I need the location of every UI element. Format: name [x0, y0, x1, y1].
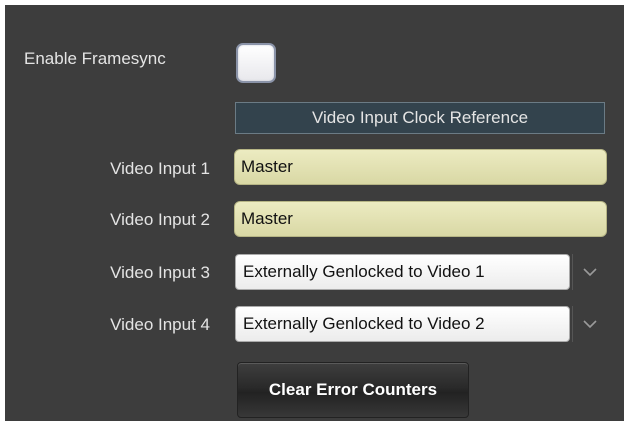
chevron-down-icon: [582, 319, 597, 328]
video-input-3-dropdown-button[interactable]: [572, 254, 606, 290]
clear-error-counters-button[interactable]: Clear Error Counters: [237, 362, 469, 418]
video-input-1-label: Video Input 1: [110, 159, 210, 178]
video-input-3-select[interactable]: Externally Genlocked to Video 1: [235, 254, 570, 290]
video-input-1-value: Master: [234, 149, 607, 185]
video-input-4-dropdown-button[interactable]: [572, 306, 606, 342]
enable-framesync-checkbox[interactable]: [236, 43, 276, 83]
enable-framesync-label: Enable Framesync: [24, 49, 166, 68]
video-input-4-label: Video Input 4: [110, 315, 210, 334]
chevron-down-icon: [582, 267, 597, 276]
video-input-2-value: Master: [234, 201, 607, 237]
video-input-3-label: Video Input 3: [110, 263, 210, 282]
clock-reference-header: Video Input Clock Reference: [235, 102, 605, 134]
framesync-panel: Enable Framesync Video Input Clock Refer…: [5, 5, 624, 421]
video-input-2-label: Video Input 2: [110, 210, 210, 229]
video-input-4-select[interactable]: Externally Genlocked to Video 2: [235, 306, 570, 342]
